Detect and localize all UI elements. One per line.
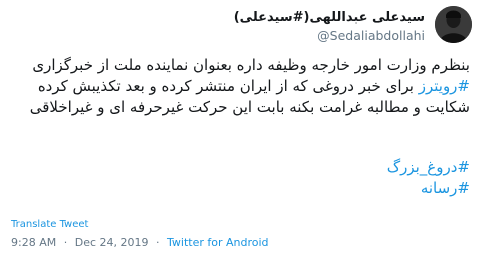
tweet-header: سیدعلی عبداللهی(#سیدعلی) @Sedaliabdollah… <box>8 6 472 46</box>
tweet-text: بنظرم وزارت امور خارجه وظیفه داره بعنوان… <box>8 55 470 118</box>
tweet-metadata: 9:28 AM · Dec 24, 2019 · Twitter for And… <box>11 236 269 249</box>
tweet-text-line: شکایت و مطالبه غرامت بکنه بابت این حرکت … <box>29 98 470 116</box>
tweet-text-line: #رویترز برای خبر دروغی که از ایران منتشر… <box>8 76 470 97</box>
meta-separator: · <box>156 236 160 249</box>
tweet-date[interactable]: Dec 24, 2019 <box>75 236 149 249</box>
tweet-hashtags: #دروغ_بزرگ #رسانه <box>8 157 470 199</box>
hashtag-link[interactable]: #دروغ_بزرگ <box>8 157 470 178</box>
author-name[interactable]: سیدعلی عبداللهی(#سیدعلی) <box>234 10 425 25</box>
hashtag-link[interactable]: #رسانه <box>8 178 470 199</box>
tweet-source-link[interactable]: Twitter for Android <box>167 236 269 249</box>
tweet-text-line: بنظرم وزارت امور خارجه وظیفه داره بعنوان… <box>32 56 470 74</box>
avatar-image <box>435 6 472 43</box>
tweet-text-fragment: برای خبر دروغی که از ایران منتشر کرده و … <box>37 77 419 95</box>
tweet-card: سیدعلی عبداللهی(#سیدعلی) @Sedaliabdollah… <box>0 0 480 261</box>
translate-tweet-link[interactable]: Translate Tweet <box>11 219 88 230</box>
meta-separator: · <box>63 236 68 249</box>
hashtag-link[interactable]: #رویترز <box>419 77 470 95</box>
avatar[interactable] <box>435 6 472 43</box>
tweet-time[interactable]: 9:28 AM <box>11 236 56 249</box>
author-handle[interactable]: @Sedaliabdollahi <box>317 28 425 43</box>
